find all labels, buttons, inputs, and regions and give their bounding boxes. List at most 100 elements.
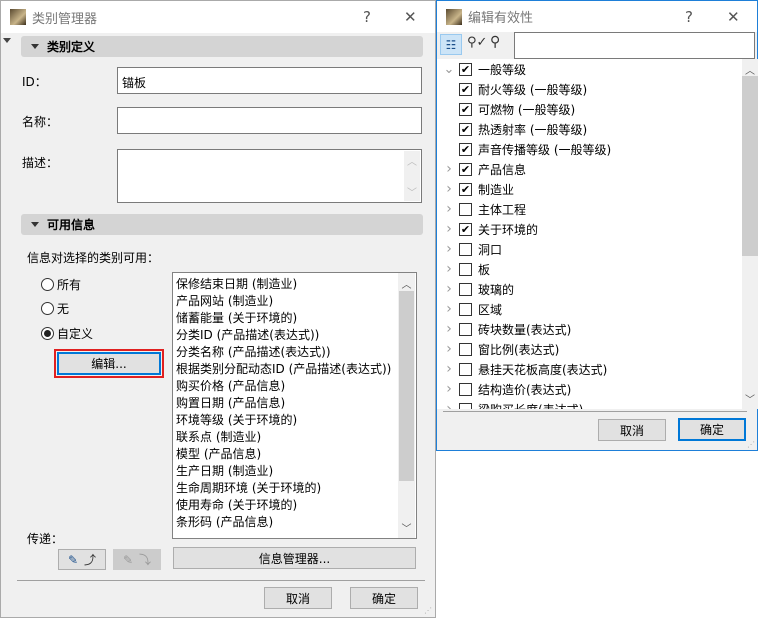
checkbox[interactable] xyxy=(459,302,472,316)
checkbox[interactable]: ✔ xyxy=(459,222,472,236)
close-button[interactable]: ✕ xyxy=(727,8,740,26)
chevron-right-icon[interactable]: › xyxy=(443,341,455,357)
scroll-down-icon[interactable]: ﹀ xyxy=(398,520,415,535)
chevron-right-icon[interactable]: › xyxy=(443,221,455,237)
checkbox[interactable] xyxy=(459,262,472,276)
cancel-button[interactable]: 取消 xyxy=(598,419,666,441)
radio-none[interactable]: 无 xyxy=(41,300,69,317)
section-available-info[interactable]: 可用信息 xyxy=(21,214,423,235)
tree-item[interactable]: › ✔ 制造业 xyxy=(443,179,514,199)
tree-item[interactable]: › ✔ 产品信息 xyxy=(443,159,526,179)
checkbox[interactable] xyxy=(459,382,472,396)
tree-item[interactable]: ✔ 声音传播等级 (一般等级) xyxy=(459,139,611,159)
chevron-right-icon[interactable]: › xyxy=(443,241,455,257)
info-manager-button[interactable]: 信息管理器... xyxy=(173,547,416,569)
chevron-down-icon[interactable]: ⌄ xyxy=(443,62,455,77)
tree-item[interactable]: › 梁购买长度(表达式) xyxy=(443,399,583,409)
chevron-right-icon[interactable]: › xyxy=(443,381,455,397)
tree-item[interactable]: › 窗比例(表达式) xyxy=(443,339,559,359)
list-item[interactable]: 保修结束日期 (制造业) xyxy=(176,276,416,293)
scroll-up-icon[interactable]: ︿ xyxy=(742,62,758,77)
search-checked-icon[interactable]: ⚲✓ xyxy=(467,35,487,50)
tree-item[interactable]: › 砖块数量(表达式) xyxy=(443,319,571,339)
chevron-right-icon[interactable]: › xyxy=(443,181,455,197)
list-item[interactable]: 联系点 (制造业) xyxy=(176,429,416,446)
tree-item[interactable]: ✔ 热透射率 (一般等级) xyxy=(459,119,587,139)
chevron-right-icon[interactable]: › xyxy=(443,401,455,409)
tree-item[interactable]: › 结构造价(表达式) xyxy=(443,379,571,399)
checkbox[interactable] xyxy=(459,362,472,376)
tree-item[interactable]: ⌄ ✔ 一般等级 xyxy=(443,59,526,79)
checkbox[interactable]: ✔ xyxy=(459,182,472,196)
checkbox[interactable]: ✔ xyxy=(459,82,472,96)
checkbox[interactable] xyxy=(459,402,472,409)
help-button[interactable]: ? xyxy=(363,8,371,26)
list-item[interactable]: 购置日期 (产品信息) xyxy=(176,395,416,412)
name-field[interactable] xyxy=(117,107,422,134)
tree-view-toggle-icon[interactable]: ☷ xyxy=(440,34,462,55)
list-item[interactable]: 模型 (产品信息) xyxy=(176,446,416,463)
checkbox[interactable]: ✔ xyxy=(459,142,472,156)
description-field[interactable]: ︿ ﹀ xyxy=(117,149,422,203)
radio-button[interactable] xyxy=(41,327,54,340)
close-button[interactable]: ✕ xyxy=(404,8,417,26)
checkbox[interactable] xyxy=(459,342,472,356)
scroll-down-icon[interactable]: ﹀ xyxy=(742,391,758,406)
chevron-right-icon[interactable]: › xyxy=(443,161,455,177)
pick-up-parameters-button[interactable]: ✎ ⤴ xyxy=(58,549,106,570)
radio-button[interactable] xyxy=(41,302,54,315)
tree-scrollbar[interactable]: ︿ ﹀ xyxy=(742,59,758,409)
available-info-list[interactable]: 保修结束日期 (制造业) 产品网站 (制造业) 储蓄能量 (关于环境的) 分类ID (… xyxy=(172,272,417,539)
radio-button[interactable] xyxy=(41,278,54,291)
list-item[interactable]: 分类名称 (产品描述(表达式)) xyxy=(176,344,416,361)
resize-grip-icon[interactable]: ⋰ xyxy=(747,440,755,449)
scroll-up-icon[interactable]: ︿ xyxy=(404,153,420,168)
chevron-right-icon[interactable]: › xyxy=(443,281,455,297)
chevron-right-icon[interactable]: › xyxy=(443,261,455,277)
edit-button[interactable]: 编辑... xyxy=(57,352,161,375)
tree-item[interactable]: › ✔ 关于环境的 xyxy=(443,219,538,239)
help-button[interactable]: ? xyxy=(685,8,693,26)
list-item[interactable]: 产品网站 (制造业) xyxy=(176,293,416,310)
checkbox[interactable]: ✔ xyxy=(459,102,472,116)
description-scrollbar[interactable]: ︿ ﹀ xyxy=(404,151,420,201)
list-item[interactable]: 生产日期 (制造业) xyxy=(176,463,416,480)
tree-item[interactable]: › 洞口 xyxy=(443,239,502,259)
checkbox[interactable] xyxy=(459,322,472,336)
list-item[interactable]: 储蓄能量 (关于环境的) xyxy=(176,310,416,327)
checkbox[interactable]: ✔ xyxy=(459,162,472,176)
chevron-right-icon[interactable]: › xyxy=(443,201,455,217)
chevron-right-icon[interactable]: › xyxy=(443,301,455,317)
collapse-all-icon[interactable] xyxy=(3,38,11,43)
tree-item[interactable]: › 区域 xyxy=(443,299,502,319)
checkbox[interactable]: ✔ xyxy=(459,62,472,76)
availability-tree[interactable]: ⌄ ✔ 一般等级 ✔ 耐火等级 (一般等级) ✔ 可燃物 (一般等级) ✔ 热透射率 (一般等级… xyxy=(437,59,742,409)
radio-custom[interactable]: 自定义 xyxy=(41,325,93,342)
ok-button[interactable]: 确定 xyxy=(350,587,418,609)
tree-item[interactable]: › 板 xyxy=(443,259,490,279)
id-field[interactable]: 锚板 xyxy=(117,67,422,94)
tree-item[interactable]: ✔ 可燃物 (一般等级) xyxy=(459,99,575,119)
list-item[interactable]: 条形码 (产品信息) xyxy=(176,514,416,531)
section-category-definition[interactable]: 类别定义 xyxy=(21,36,423,57)
list-item[interactable]: 根据类别分配动态ID (产品描述(表达式)) xyxy=(176,361,416,378)
tree-item[interactable]: › 悬挂天花板高度(表达式) xyxy=(443,359,607,379)
list-item[interactable]: 环境等级 (关于环境的) xyxy=(176,412,416,429)
chevron-right-icon[interactable]: › xyxy=(443,361,455,377)
radio-all[interactable]: 所有 xyxy=(41,276,81,293)
checkbox[interactable] xyxy=(459,282,472,296)
cancel-button[interactable]: 取消 xyxy=(264,587,332,609)
tree-item[interactable]: › 主体工程 xyxy=(443,199,526,219)
ok-button[interactable]: 确定 xyxy=(678,418,746,441)
resize-grip-icon[interactable]: ⋰ xyxy=(424,606,432,615)
tree-item[interactable]: › 玻璃的 xyxy=(443,279,514,299)
list-item[interactable]: 生命周期环境 (关于环境的) xyxy=(176,480,416,497)
scrollbar-thumb[interactable] xyxy=(742,76,758,256)
checkbox[interactable] xyxy=(459,202,472,216)
inject-parameters-button[interactable]: ✎ ⤵ xyxy=(113,549,161,570)
search-icon[interactable]: ⚲ xyxy=(490,34,500,50)
scroll-up-icon[interactable]: ︿ xyxy=(398,276,415,291)
list-item[interactable]: 使用寿命 (关于环境的) xyxy=(176,497,416,514)
tree-item[interactable]: ✔ 耐火等级 (一般等级) xyxy=(459,79,587,99)
scrollbar-thumb[interactable] xyxy=(399,291,414,481)
